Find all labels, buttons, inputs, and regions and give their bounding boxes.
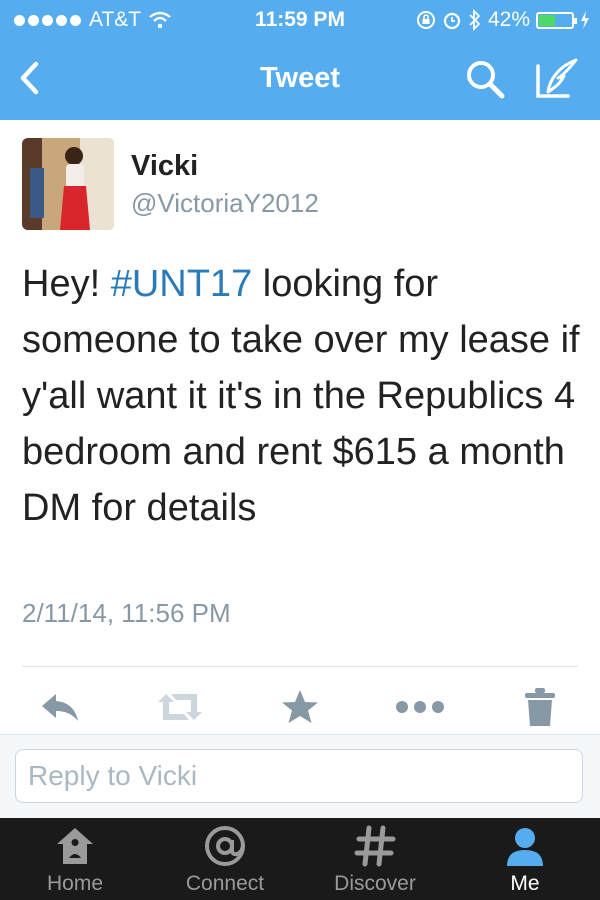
tab-connect[interactable]: Connect — [150, 818, 300, 900]
tweet-text: Hey! #UNT17 looking for someone to take … — [22, 256, 582, 536]
reply-input[interactable] — [15, 749, 583, 803]
author-name[interactable]: Vicki — [131, 150, 198, 183]
battery-percent: 42% — [487, 8, 530, 31]
compose-icon[interactable] — [532, 56, 580, 102]
delete-icon — [525, 688, 555, 726]
tab-me[interactable]: Me — [450, 818, 600, 900]
more-button[interactable] — [390, 680, 450, 734]
delete-button[interactable] — [510, 680, 570, 734]
tab-home-label: Home — [46, 872, 104, 895]
alarm-icon — [443, 12, 461, 30]
tweet-actions — [0, 680, 600, 734]
page-title: Tweet — [259, 62, 341, 94]
home-icon — [57, 828, 93, 864]
search-icon[interactable] — [464, 58, 506, 100]
favorite-icon — [282, 690, 318, 723]
tweet-detail: Vicki @VictoriaY2012 Hey! #UNT17 looking… — [0, 120, 600, 734]
bluetooth-icon — [469, 9, 481, 31]
tab-discover-label: Discover — [334, 872, 416, 895]
charging-icon — [581, 11, 589, 29]
tab-bar: Home Connect Discover Me — [0, 818, 600, 900]
at-icon — [205, 826, 245, 866]
hashtag-icon — [354, 825, 396, 867]
tab-me-label: Me — [510, 872, 540, 895]
status-bar: AT&T 11:59 PM 42% — [0, 0, 600, 40]
tweet-text-start: Hey! — [22, 263, 111, 305]
tweet-timestamp: 2/11/14, 11:56 PM — [22, 598, 231, 628]
tab-connect-label: Connect — [185, 872, 265, 895]
retweet-button[interactable] — [150, 680, 210, 734]
tab-home[interactable]: Home — [0, 818, 150, 900]
battery-icon — [536, 11, 577, 29]
avatar[interactable] — [22, 138, 114, 230]
tab-discover[interactable]: Discover — [300, 818, 450, 900]
more-icon — [396, 701, 444, 713]
favorite-button[interactable] — [270, 680, 330, 734]
reply-button[interactable] — [30, 680, 90, 734]
rotation-lock-icon — [416, 11, 435, 29]
author-handle[interactable]: @VictoriaY2012 — [131, 188, 319, 219]
retweet-icon — [158, 694, 202, 720]
nav-bar: Tweet — [0, 40, 600, 120]
hashtag-link[interactable]: #UNT17 — [111, 263, 253, 305]
header: AT&T 11:59 PM 42% Tweet — [0, 0, 600, 120]
divider — [22, 666, 578, 667]
reply-bar — [0, 734, 600, 819]
reply-icon — [42, 694, 78, 721]
person-icon — [507, 828, 543, 866]
